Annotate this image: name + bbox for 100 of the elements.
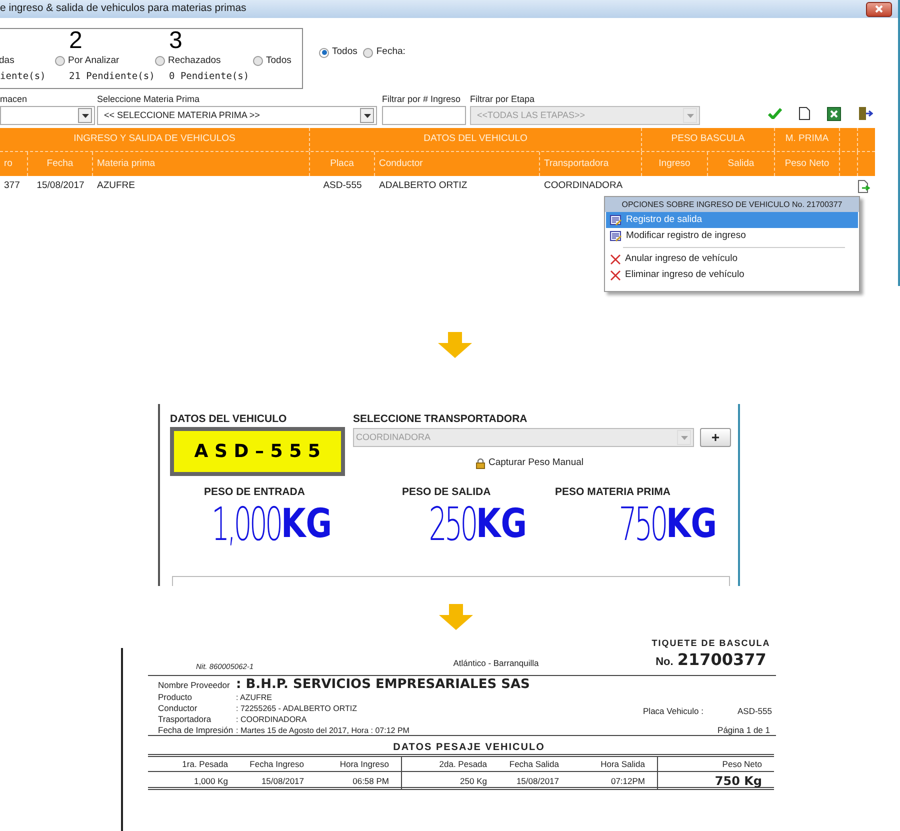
radio-button[interactable]	[55, 56, 65, 66]
table-cell: 250 Kg	[460, 774, 487, 788]
column-header: Hora Salida	[600, 758, 645, 770]
caret-icon	[82, 114, 88, 118]
column-group-header: DATOS DEL VEHICULO	[310, 128, 642, 151]
radio-button[interactable]	[319, 48, 329, 58]
field-value: : Martes 15 de Agosto del 2017, Hora : 07:12 PM	[236, 724, 410, 736]
radio-button[interactable]	[155, 56, 165, 66]
menu-item[interactable]: Modificar registro de ingreso	[606, 228, 858, 244]
table-cell-text: ASD-555	[323, 178, 362, 193]
field-label: macen	[0, 93, 28, 106]
ticket-number: No. 21700377	[656, 649, 766, 671]
cross-icon	[610, 254, 621, 264]
field-label: Filtrar por Etapa	[470, 93, 536, 106]
pending-count: iente(s)	[0, 70, 46, 84]
field-label: Nombre Proveedor	[158, 678, 231, 692]
section-title: DATOS PESAJE VEHICULO	[392, 741, 546, 754]
document-arrow-icon[interactable]	[858, 180, 870, 192]
cross-icon	[610, 270, 621, 280]
menu-item[interactable]: Anular ingreso de vehículo	[606, 251, 858, 267]
spreadsheet-icon[interactable]	[827, 106, 841, 120]
caret-icon	[680, 436, 688, 440]
column-header: Fecha	[28, 152, 93, 176]
field-label: Producto	[158, 691, 194, 704]
weight-reading: 1,000KG	[210, 503, 334, 545]
page-number: Página 1 de 1	[718, 724, 770, 737]
license-plate: ASD–555	[170, 427, 345, 476]
column-header: Peso Neto	[722, 758, 762, 770]
caret-icon	[686, 114, 694, 118]
weight-label: PESO DE SALIDA	[402, 485, 492, 499]
form-edit-icon	[610, 230, 622, 242]
count-number: 3	[169, 29, 184, 53]
field-value: : 72255265 - ADALBERTO ORTIZ	[236, 702, 357, 714]
text-area[interactable]	[172, 576, 730, 586]
column-header: Peso Neto	[775, 152, 840, 176]
column-header: 1ra. Pesada	[182, 758, 228, 770]
table-cell-text: COORDINADORA	[544, 178, 623, 193]
table-cell: 15/08/2017	[261, 774, 304, 788]
add-button[interactable]	[700, 428, 731, 447]
column-header: ro	[0, 152, 28, 176]
city-text: Atlántico - Barranquilla	[453, 656, 539, 670]
radio-label: Fecha:	[376, 45, 406, 60]
padlock-icon	[476, 458, 486, 469]
dropdown[interactable]: << SELECCIONE MATERIA PRIMA >>	[97, 106, 377, 125]
table-cell: 15/08/2017	[516, 774, 559, 788]
dropdown[interactable]	[0, 106, 95, 125]
column-header: Fecha Ingreso	[250, 758, 304, 770]
field-value: ASD-555	[738, 705, 772, 718]
field-label: Placa Vehiculo :	[643, 705, 704, 718]
capture-link[interactable]: Capturar Peso Manual	[353, 456, 731, 470]
field-value: : COORDINADORA	[236, 714, 307, 726]
down-arrow-icon	[438, 332, 472, 358]
weight-label: PESO MATERIA PRIMA	[555, 485, 672, 499]
close-button[interactable]	[866, 2, 892, 16]
field-label: Conductor	[158, 702, 198, 715]
count-number: 2	[69, 29, 84, 53]
close-icon	[875, 5, 883, 13]
table-cell-text: 750 Kg	[714, 773, 762, 790]
plus-icon	[711, 433, 720, 442]
column-header: Conductor	[375, 152, 540, 176]
checkmark-icon[interactable]	[768, 108, 782, 119]
section-heading: SELECCIONE TRANSPORTADORA	[353, 412, 528, 427]
pending-count: 0 Pendiente(s)	[168, 70, 250, 84]
field-label: Fecha de Impresión	[158, 724, 234, 737]
caret-icon	[364, 114, 370, 118]
radio-label: Todos	[332, 45, 358, 60]
exit-door-icon[interactable]	[858, 106, 873, 121]
table-cell-text: 377	[4, 178, 20, 193]
radio-label: Por Analizar	[68, 54, 120, 68]
radio-label: Todos	[266, 54, 292, 68]
weight-reading: 250KG	[428, 503, 528, 545]
column-header: Placa	[310, 152, 375, 176]
field-label: Trasportadora	[158, 713, 212, 726]
window-title: e ingreso & salida de vehiculos para materias primas	[0, 1, 246, 16]
column-header: Ingreso	[642, 152, 708, 176]
table-cell: 1,000 Kg	[194, 774, 228, 788]
form-edit-icon	[610, 214, 622, 226]
blank-page-icon[interactable]	[799, 107, 810, 120]
column-header: Salida	[708, 152, 775, 176]
radio-button[interactable]	[363, 48, 374, 58]
section-heading: DATOS DEL VEHICULO	[170, 412, 288, 427]
radio-label: Rechazados	[168, 54, 221, 68]
field-label: Filtrar por # Ingreso	[382, 93, 462, 106]
input-field[interactable]	[382, 106, 466, 125]
weight-label: PESO DE ENTRADA	[204, 485, 306, 499]
table-cell: 06:58 PM	[352, 774, 389, 788]
table-cell: 07:12PM	[610, 774, 645, 788]
column-header: Fecha Salida	[509, 758, 559, 770]
table-cell-text: AZUFRE	[97, 178, 135, 193]
field-value: : AZUFRE	[236, 692, 272, 704]
table-cell-text: 15/08/2017	[36, 178, 84, 193]
column-header: Transportadora	[540, 152, 642, 176]
column-group-header: PESO BASCULA	[642, 128, 775, 151]
column-header: Materia prima	[93, 152, 310, 176]
menu-item[interactable]: Eliminar ingreso de vehículo	[606, 267, 858, 283]
menu-title: OPCIONES SOBRE INGRESO DE VEHICULO No. 21700377	[605, 197, 859, 212]
down-arrow-icon	[439, 604, 473, 630]
field-label: Seleccione Materia Prima	[97, 93, 201, 106]
radio-button[interactable]	[253, 56, 263, 66]
ticket-title: TIQUETE DE BASCULA	[652, 639, 770, 648]
